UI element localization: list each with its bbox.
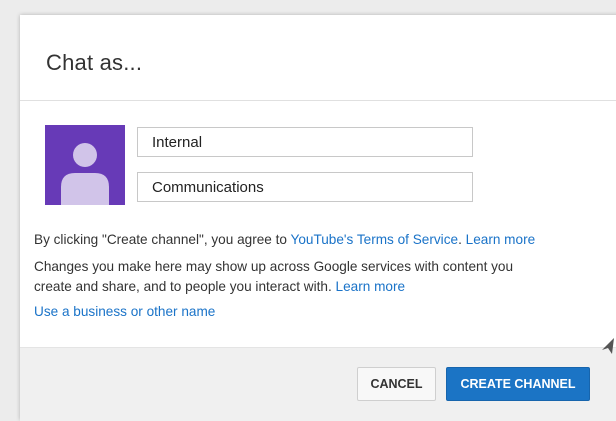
- create-channel-button[interactable]: CREATE CHANNEL: [446, 367, 590, 401]
- terms-of-service-link[interactable]: YouTube's Terms of Service: [291, 232, 459, 247]
- changes-text: create and share, and to people you inte…: [34, 279, 336, 294]
- person-silhouette-icon: [61, 143, 109, 205]
- changes-notice-line1: Changes you make here may show up across…: [34, 259, 514, 274]
- terms-learn-more-link[interactable]: Learn more: [466, 232, 536, 247]
- avatar: [45, 125, 125, 205]
- cancel-button[interactable]: CANCEL: [357, 367, 436, 401]
- dialog-header: Chat as...: [20, 15, 616, 101]
- dialog-title: Chat as...: [46, 50, 143, 75]
- terms-separator-text: .: [458, 232, 466, 247]
- last-name-input[interactable]: [137, 172, 473, 202]
- changes-notice-line2: create and share, and to people you inte…: [34, 279, 405, 294]
- mouse-pointer-icon: [602, 338, 614, 354]
- terms-notice: By clicking "Create channel", you agree …: [34, 232, 535, 247]
- use-business-name-link[interactable]: Use a business or other name: [34, 304, 215, 319]
- first-name-input[interactable]: [137, 127, 473, 157]
- terms-prefix-text: By clicking "Create channel", you agree …: [34, 232, 291, 247]
- changes-learn-more-link[interactable]: Learn more: [336, 279, 406, 294]
- chat-as-dialog: Chat as... By clicking "Create channel",…: [20, 15, 616, 421]
